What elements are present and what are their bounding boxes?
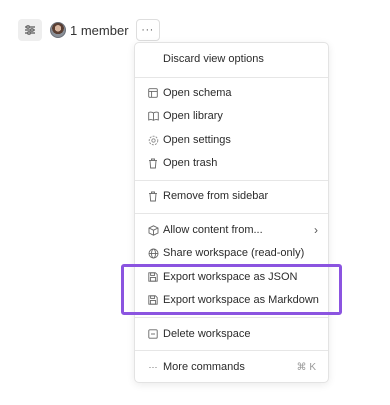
menu-item-label: Allow content from... — [163, 224, 263, 236]
globe-icon — [147, 247, 159, 259]
sliders-icon — [24, 25, 36, 35]
workspace-menu: Discard view options Open schema Open li… — [134, 42, 329, 383]
avatar — [50, 22, 66, 38]
menu-item-label: Open settings — [163, 134, 231, 146]
table-icon — [147, 87, 159, 99]
menu-item-label: Open library — [163, 110, 223, 122]
view-options-button[interactable] — [18, 19, 42, 41]
menu-divider — [135, 213, 328, 214]
more-options-button[interactable]: ··· — [135, 19, 160, 41]
menu-divider — [135, 77, 328, 78]
trash-icon — [147, 157, 159, 169]
menu-item-discard-view-options[interactable]: Discard view options — [135, 48, 328, 70]
ellipsis-icon: ··· — [141, 23, 154, 36]
menu-divider — [135, 350, 328, 351]
menu-item-open-schema[interactable]: Open schema — [135, 82, 328, 104]
menu-item-label: Remove from sidebar — [163, 190, 269, 202]
menu-item-delete-workspace[interactable]: Delete workspace — [135, 323, 328, 345]
members-label: 1 member — [70, 22, 129, 38]
menu-item-open-trash[interactable]: Open trash — [135, 152, 328, 174]
menu-item-allow-content-from[interactable]: Allow content from... › — [135, 219, 328, 241]
workspace-toolbar: 1 member ··· — [18, 18, 160, 42]
menu-item-label: Discard view options — [163, 53, 264, 65]
delete-box-icon — [147, 328, 159, 340]
menu-item-label: Delete workspace — [163, 328, 251, 340]
menu-item-label: Share workspace (read-only) — [163, 247, 305, 259]
menu-item-share-workspace[interactable]: Share workspace (read-only) — [135, 242, 328, 264]
highlight-box — [121, 264, 342, 315]
cube-icon — [147, 224, 159, 236]
ellipsis-icon: ··· — [148, 362, 158, 372]
book-icon — [147, 110, 159, 122]
menu-item-more-commands[interactable]: ··· More commands ⌘ K — [135, 356, 328, 378]
menu-item-remove-from-sidebar[interactable]: Remove from sidebar — [135, 185, 328, 207]
menu-divider — [135, 317, 328, 318]
members-button[interactable]: 1 member — [50, 19, 129, 41]
menu-item-label: Open schema — [163, 87, 232, 99]
trash-icon — [147, 190, 159, 202]
menu-item-open-library[interactable]: Open library — [135, 105, 328, 127]
menu-divider — [135, 180, 328, 181]
menu-item-open-settings[interactable]: Open settings — [135, 129, 328, 151]
menu-item-label: Open trash — [163, 157, 218, 169]
menu-item-label: More commands — [163, 361, 245, 373]
keyboard-shortcut: ⌘ K — [296, 361, 316, 373]
chevron-right-icon: › — [314, 223, 318, 237]
gear-icon — [147, 134, 159, 146]
